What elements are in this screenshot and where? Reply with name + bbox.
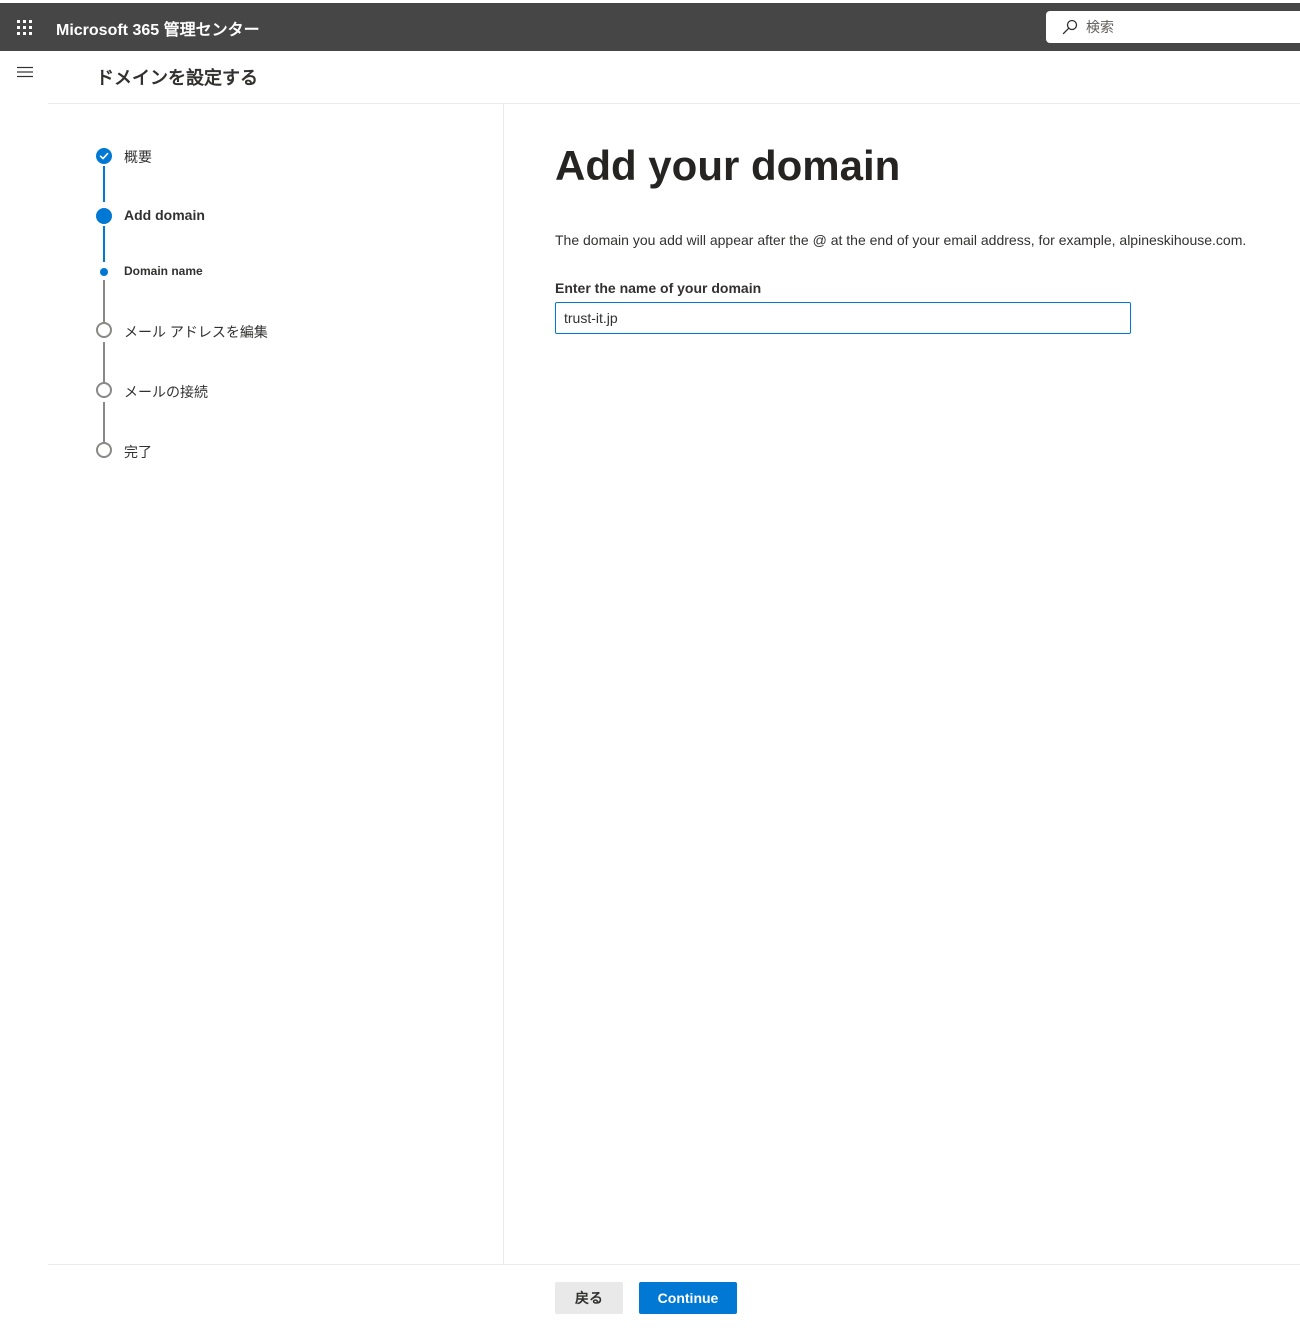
continue-button[interactable]: Continue [639,1282,737,1314]
stepper-connector [103,226,105,262]
domain-field-label: Enter the name of your domain [555,280,762,296]
step-label-overview: 概要 [124,149,152,165]
stepper-connector [103,166,105,202]
step-completed-marker [96,148,112,164]
app-launcher-icon[interactable] [8,11,40,43]
back-button[interactable]: 戻る [555,1282,623,1314]
header-divider [48,103,1300,104]
substep-current-marker [100,268,108,276]
search-box[interactable] [1046,11,1300,43]
top-app-bar: Microsoft 365 管理センター [0,3,1300,51]
page-title: ドメインを設定する [96,68,258,88]
stepper-connector [103,342,105,382]
step-pending-marker [96,442,112,458]
stepper-connector [103,280,105,322]
step-label-finish: 完了 [124,444,152,460]
page: Microsoft 365 管理センター ドメインを設定する 概要 [0,0,1300,1328]
checkmark-icon [99,152,109,160]
domain-name-input[interactable] [555,302,1131,334]
search-input[interactable] [1086,17,1286,37]
search-icon [1062,19,1078,35]
footer-divider [48,1264,1300,1265]
step-current-marker [96,208,112,224]
step-label-connect-email: メールの接続 [124,384,208,400]
step-label-add-domain: Add domain [124,207,205,223]
stepper-connector [103,402,105,442]
description-text: The domain you add will appear after the… [555,232,1247,248]
app-title[interactable]: Microsoft 365 管理センター [56,16,260,40]
step-pending-marker [96,382,112,398]
panel-divider [503,104,504,1264]
step-label-edit-email: メール アドレスを編集 [124,324,268,340]
substep-label-domain-name: Domain name [124,264,203,278]
hamburger-menu-icon[interactable] [16,66,34,78]
step-pending-marker [96,322,112,338]
main-heading: Add your domain [555,142,901,189]
